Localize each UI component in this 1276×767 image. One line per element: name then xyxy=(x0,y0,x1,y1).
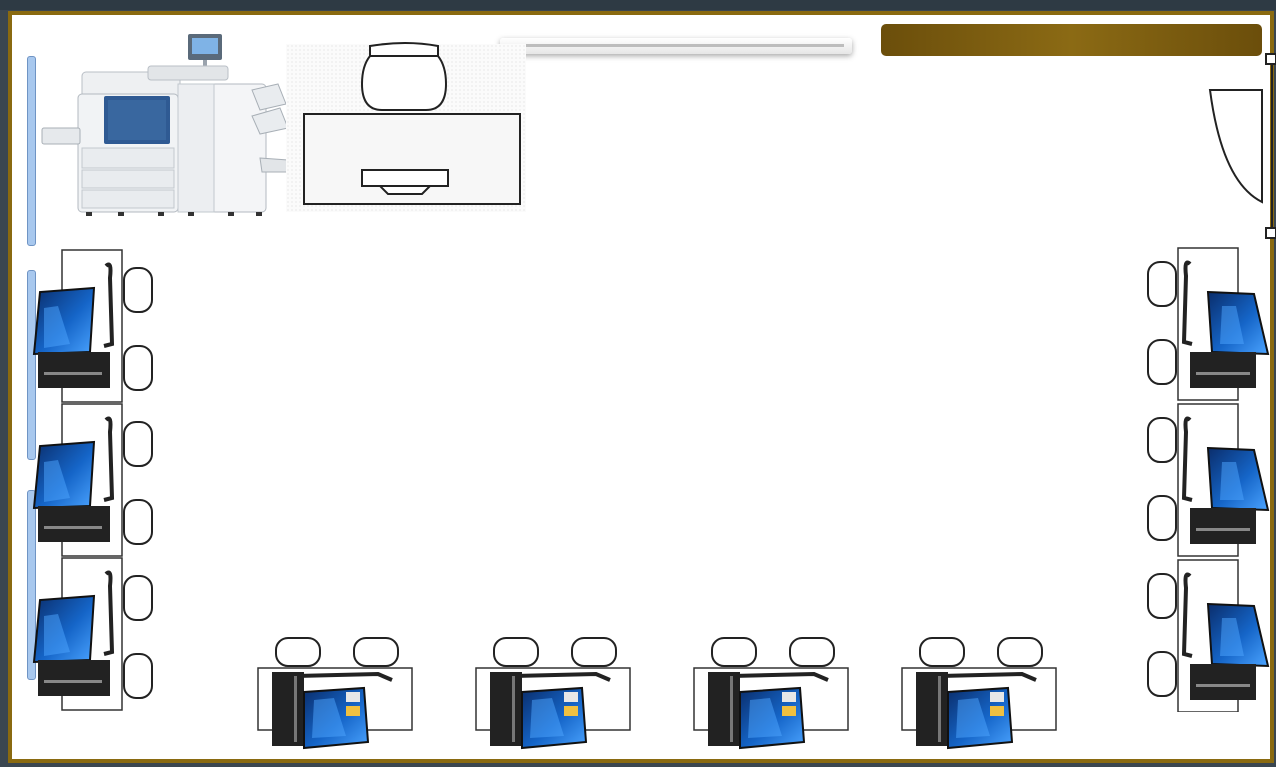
left-wall-workstations xyxy=(32,248,154,712)
window-top-bar xyxy=(0,0,1276,10)
teacher-desk-icon xyxy=(303,42,521,205)
printer-icon xyxy=(41,34,291,216)
bottom-wall-workstations xyxy=(256,636,1058,750)
computer-workstation-icon xyxy=(32,402,154,558)
computer-workstation-icon xyxy=(256,636,414,750)
computer-workstation-icon xyxy=(32,248,154,404)
computer-workstation-icon xyxy=(32,556,154,712)
computer-workstation-icon xyxy=(692,636,850,750)
projector-screen-icon xyxy=(500,38,852,54)
computer-workstation-icon xyxy=(1146,246,1270,402)
computer-workstation-icon xyxy=(1146,402,1270,558)
right-wall-workstations xyxy=(1146,246,1270,712)
computer-workstation-icon xyxy=(1146,558,1270,712)
wall-strip xyxy=(27,56,36,246)
door-icon xyxy=(1208,53,1276,239)
computer-workstation-icon xyxy=(474,636,632,750)
computer-workstation-icon xyxy=(900,636,1058,750)
